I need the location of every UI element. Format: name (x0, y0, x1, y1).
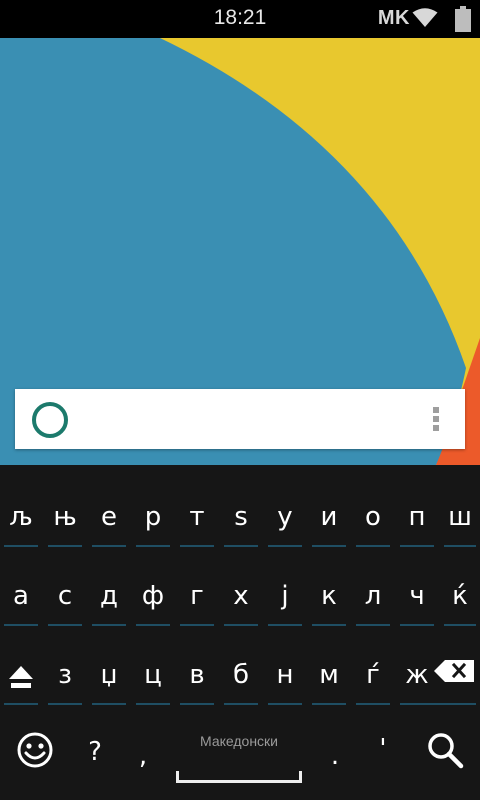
shift-icon (9, 666, 33, 688)
emoji-key[interactable] (8, 727, 62, 781)
key[interactable]: о (354, 493, 392, 547)
key[interactable]: ј (266, 572, 304, 626)
key[interactable]: ѓ (354, 651, 392, 705)
key[interactable]: п (398, 493, 436, 547)
key[interactable]: ф (134, 572, 172, 626)
key[interactable]: н (266, 651, 304, 705)
comma-key[interactable]: , (122, 727, 164, 781)
emoji-icon (17, 732, 53, 768)
key[interactable]: ч (398, 572, 436, 626)
key[interactable]: љ (2, 493, 40, 547)
key[interactable]: в (178, 651, 216, 705)
keyboard-language-label: Македонски (200, 733, 278, 749)
backspace-icon (434, 660, 474, 682)
overflow-menu-icon[interactable] (433, 407, 439, 431)
key[interactable]: с (46, 572, 84, 626)
key[interactable]: л (354, 572, 392, 626)
key[interactable]: ц (134, 651, 172, 705)
key[interactable]: њ (46, 493, 84, 547)
key[interactable]: х (222, 572, 260, 626)
key[interactable]: и (310, 493, 348, 547)
status-bar: 18:21 MK (0, 0, 480, 38)
search-icon (428, 733, 464, 769)
backspace-key[interactable] (430, 651, 478, 705)
key[interactable]: а (2, 572, 40, 626)
key[interactable]: к (310, 572, 348, 626)
key[interactable]: ш (442, 493, 478, 547)
key[interactable]: у (266, 493, 304, 547)
key[interactable]: д (90, 572, 128, 626)
soft-keyboard: љ њ е р т ѕ у и о п ш а с д ф г х ј к л … (0, 465, 480, 800)
spacebar[interactable]: Македонски (176, 725, 302, 783)
battery-icon (455, 6, 471, 32)
apostrophe-key[interactable]: ' (362, 727, 404, 781)
key[interactable]: м (310, 651, 348, 705)
wifi-icon (412, 8, 438, 27)
google-circle-icon[interactable] (32, 402, 68, 438)
key[interactable]: ќ (442, 572, 478, 626)
key[interactable]: џ (90, 651, 128, 705)
search-widget[interactable] (15, 389, 465, 449)
period-key[interactable]: . (314, 727, 356, 781)
search-key[interactable] (418, 727, 472, 781)
question-key[interactable]: ? (74, 727, 116, 781)
key[interactable]: ѕ (222, 493, 260, 547)
key[interactable]: б (222, 651, 260, 705)
key[interactable]: е (90, 493, 128, 547)
key[interactable]: р (134, 493, 172, 547)
shift-key[interactable] (2, 651, 40, 705)
key[interactable]: з (46, 651, 84, 705)
key[interactable]: т (178, 493, 216, 547)
status-locale: MK (377, 7, 410, 29)
key[interactable]: г (178, 572, 216, 626)
